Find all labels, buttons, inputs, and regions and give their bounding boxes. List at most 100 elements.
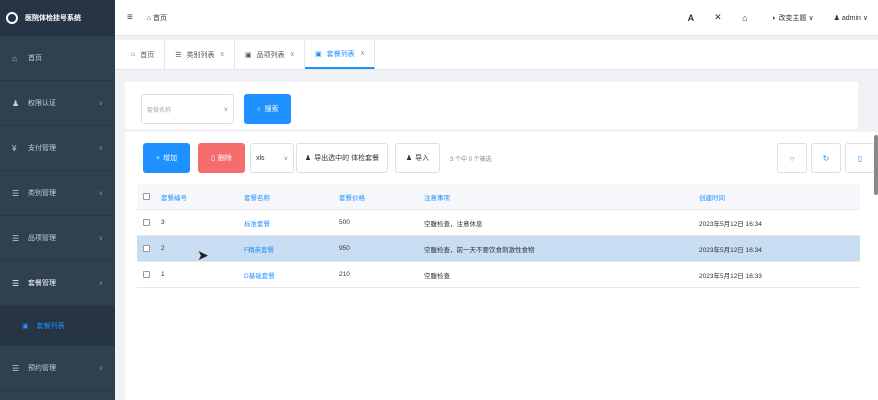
table-row[interactable]: 3 标准套餐 500 空腹检查，注意休息 2023年5月12日 16:34 xyxy=(137,210,860,236)
grid-icon: ☰ xyxy=(12,278,20,288)
cell-created: 2023年5月12日 16:34 xyxy=(699,220,762,228)
refresh-icon: ↻ xyxy=(822,153,830,163)
sidebar-item-label: 类别管理 xyxy=(28,190,56,197)
search-button-label: 搜索 xyxy=(264,106,279,113)
table-row[interactable]: 1 D基础套餐 210 空腹检查 2023年5月12日 16:33 xyxy=(137,262,860,288)
close-icon[interactable]: x xyxy=(361,50,365,57)
column-header[interactable]: 注意事项 xyxy=(424,192,699,202)
table-panel: + 增加 ▯ 删除 xls ∨ ♟ 导出选中的 体检套餐 ♟ 导入 3 个中 0… xyxy=(125,132,878,400)
theme-menu[interactable]: ◐ 改变主题 ∨ xyxy=(772,13,813,23)
sidebar: 医院体检挂号系统 ⌂ 首页 ♟ 权限认证 ∨ ¥ 支付管理 ∨ ☰ 类别管理 ∨… xyxy=(0,0,115,400)
columns-button[interactable]: ▯ xyxy=(845,143,875,173)
tab-item-list[interactable]: ▣ 品项列表 x xyxy=(235,40,306,69)
sidebar-item-payment[interactable]: ¥ 支付管理 ∨ xyxy=(0,126,115,171)
table-header-row: 套餐编号 套餐名称 套餐价格 注意事项 创建时间 xyxy=(137,184,860,210)
import-button[interactable]: ♟ 导入 xyxy=(395,143,440,173)
users-icon: ♟ xyxy=(12,98,20,108)
close-icon[interactable]: x xyxy=(221,51,225,58)
tab-package-list[interactable]: ▣ 套餐列表 x xyxy=(305,40,376,69)
export-format-select[interactable]: xls ∨ xyxy=(250,143,294,173)
sidebar-item-package[interactable]: ☰ 套餐管理 ∧ xyxy=(0,261,115,306)
format-value: xls xyxy=(256,154,265,162)
mouse-cursor-icon: ➤ xyxy=(197,247,209,263)
select-all-checkbox[interactable] xyxy=(143,193,150,200)
sidebar-item-label: 品项管理 xyxy=(28,235,56,242)
delete-button[interactable]: ▯ 删除 xyxy=(198,143,245,173)
sidebar-item-label: 首页 xyxy=(28,55,42,62)
grid-icon: ☰ xyxy=(12,363,20,373)
trash-icon: ▯ xyxy=(211,155,215,162)
sidebar-item-label: 预约管理 xyxy=(28,365,56,372)
add-button[interactable]: + 增加 xyxy=(143,143,190,173)
table-row[interactable]: 2 F精英套餐 950 空腹检查，前一天不要饮食刺激性食物 2023年5月12日… xyxy=(137,236,860,262)
search-button[interactable]: ○ 搜索 xyxy=(244,94,291,124)
cell-created: 2023年5月12日 16:34 xyxy=(699,246,762,254)
cell-name-link[interactable]: F精英套餐 xyxy=(244,244,339,254)
column-header[interactable]: 套餐名称 xyxy=(244,192,339,202)
column-header[interactable]: 套餐编号 xyxy=(159,192,244,202)
package-table: 套餐编号 套餐名称 套餐价格 注意事项 创建时间 3 标准套餐 500 空腹检查… xyxy=(137,184,860,288)
sidebar-subitem-package-list[interactable]: ▣ 套餐列表 xyxy=(0,306,115,346)
menu-toggle-icon[interactable]: ≡ xyxy=(127,12,133,23)
cell-note: 空腹检查，注意休息 xyxy=(424,220,483,228)
column-header[interactable]: 套餐价格 xyxy=(339,192,424,202)
home-icon: ⌂ xyxy=(12,53,17,63)
cell-price: 210 xyxy=(339,271,350,278)
user-icon: ♟ xyxy=(304,155,312,162)
search-panel: 套餐名称 ∨ ○ 搜索 xyxy=(125,82,858,129)
breadcrumb-label: 首页 xyxy=(153,14,168,22)
tab-label: 首页 xyxy=(140,51,155,59)
row-checkbox[interactable] xyxy=(143,245,150,252)
delete-label: 删除 xyxy=(217,155,232,162)
fullscreen-icon[interactable]: ✕ xyxy=(704,12,731,23)
main-content: 套餐名称 ∨ ○ 搜索 + 增加 ▯ 删除 xls ∨ ♟ 导出选中的 体检套餐… xyxy=(115,72,878,400)
cell-created: 2023年5月12日 16:33 xyxy=(699,272,762,280)
column-header[interactable]: 创建时间 xyxy=(699,192,859,202)
breadcrumb[interactable]: ⌂ 首页 xyxy=(147,13,167,23)
cell-price: 500 xyxy=(339,219,350,226)
chevron-down-icon: ∨ xyxy=(98,235,103,242)
logo-icon xyxy=(6,12,18,24)
cell-name-link[interactable]: 标准套餐 xyxy=(244,218,339,228)
search-toggle-button[interactable]: ○ xyxy=(777,143,807,173)
chevron-down-icon: ∨ xyxy=(283,155,288,162)
sidebar-item-appointment[interactable]: ☰ 预约管理 ∨ xyxy=(0,346,115,391)
add-label: 增加 xyxy=(163,155,178,162)
sidebar-item-home[interactable]: ⌂ 首页 xyxy=(0,36,115,81)
cell-name-link[interactable]: D基础套餐 xyxy=(244,270,339,280)
close-icon[interactable]: x xyxy=(291,51,295,58)
chevron-down-icon: ∨ xyxy=(98,190,103,197)
user-menu[interactable]: ♟ admin ∨ xyxy=(834,14,868,22)
cell-price: 950 xyxy=(339,245,350,252)
cell-number: 1 xyxy=(161,271,165,278)
grid-icon: ☰ xyxy=(12,188,20,198)
cell-note: 空腹检查，前一天不要饮食刺激性食物 xyxy=(424,246,535,254)
search-icon: ○ xyxy=(256,105,261,113)
package-name-select[interactable]: 套餐名称 ∨ xyxy=(141,94,234,124)
export-button[interactable]: ♟ 导出选中的 体检套餐 xyxy=(296,143,388,173)
sidebar-item-label: 套餐管理 xyxy=(28,280,56,287)
page-scrollbar[interactable] xyxy=(874,135,878,195)
home-icon[interactable]: ⌂ xyxy=(731,13,758,23)
export-label: 导出选中的 体检套餐 xyxy=(314,155,380,162)
tab-home[interactable]: ⌂ 首页 xyxy=(121,40,166,69)
chevron-down-icon: ∨ xyxy=(98,145,103,152)
search-icon: ○ xyxy=(789,153,795,163)
list-icon: ▣ xyxy=(22,323,29,330)
pay-icon: ¥ xyxy=(12,143,17,153)
sidebar-item-items[interactable]: ☰ 品项管理 ∨ xyxy=(0,216,115,261)
columns-icon: ▯ xyxy=(857,153,863,163)
row-checkbox[interactable] xyxy=(143,271,150,278)
refresh-button[interactable]: ↻ xyxy=(811,143,841,173)
chevron-down-icon: ∨ xyxy=(98,365,103,372)
font-size-icon[interactable]: A xyxy=(677,13,704,23)
import-label: 导入 xyxy=(415,155,430,162)
sidebar-item-category[interactable]: ☰ 类别管理 ∨ xyxy=(0,171,115,216)
sidebar-item-auth[interactable]: ♟ 权限认证 ∨ xyxy=(0,81,115,126)
app-title: 医院体检挂号系统 xyxy=(25,15,81,22)
tab-category-list[interactable]: ☰ 类别列表 x xyxy=(165,40,236,69)
topbar: ≡ ⌂ 首页 A ✕ ⌂ ◐ 改变主题 ∨ ♟ admin ∨ xyxy=(115,0,878,36)
list-icon: ▣ xyxy=(315,50,322,58)
row-checkbox[interactable] xyxy=(143,219,150,226)
chevron-down-icon: ∨ xyxy=(98,100,103,107)
